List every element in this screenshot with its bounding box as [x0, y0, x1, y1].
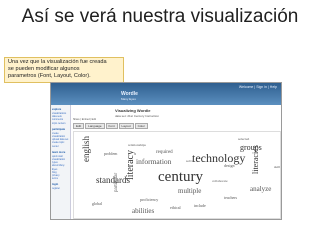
tab-language[interactable]: Language: [85, 123, 105, 129]
cloud-word: relationships: [128, 143, 146, 147]
word-cloud: century technology information standards lit…: [73, 131, 281, 219]
callout-line: parametros (Font, Layout, Color).: [8, 73, 91, 80]
cloud-word: century: [158, 169, 203, 185]
cloud-word: solve: [186, 159, 194, 163]
sidebar-heading: explore: [52, 108, 62, 111]
cloud-word: groups: [240, 143, 262, 152]
cloud-word: literacy: [125, 150, 136, 180]
slide-title: Así se verá nuestra visualización: [21, 6, 299, 27]
callout-line: se pueden modificar algunos: [8, 66, 80, 73]
sidebar-heading: learn more: [52, 150, 66, 154]
cloud-word: english: [81, 136, 91, 162]
tab-font[interactable]: Font: [105, 123, 118, 129]
tab-edit[interactable]: Edit: [73, 123, 85, 129]
cloud-word: abilities: [132, 207, 155, 215]
cloud-word: skills: [274, 165, 281, 169]
cloud-word: particular: [114, 172, 119, 192]
cloud-word: analyze: [250, 185, 272, 193]
main-panel: Visualizing Wordle data set: 21st Centur…: [71, 105, 281, 219]
browser-window: Welcome | Sign in | Help Wordle Many Eye…: [50, 82, 282, 220]
app-header: Welcome | Sign in | Help Wordle Many Eye…: [51, 83, 281, 105]
tab-bar: Edit Language Font Layout Color: [73, 123, 148, 129]
cloud-word: selected: [238, 137, 250, 141]
cloud-word: technology: [192, 151, 246, 165]
user-links[interactable]: Welcome | Sign in | Help: [239, 85, 277, 89]
sidebar: explore visualizations data sets comments to…: [51, 105, 71, 219]
cloud-word: multiple: [178, 187, 202, 195]
cloud-word: global: [92, 201, 102, 206]
cloud-word: collaborate: [212, 179, 228, 183]
panel-subtitle: data set: 21st Century Instruction: [115, 114, 160, 118]
cloud-word: ethical: [170, 205, 181, 210]
sidebar-link[interactable]: register: [51, 187, 70, 190]
tab-layout[interactable]: Layout: [118, 123, 134, 129]
cloud-word: proficiency: [140, 197, 159, 202]
callout-note: Una vez que la visualización fue creada …: [4, 57, 124, 83]
cloud-word: required: [156, 150, 173, 155]
tab-color[interactable]: Color: [134, 123, 148, 129]
sidebar-heading: login: [52, 183, 59, 187]
header-subtitle: Many Eyes: [121, 97, 136, 101]
cloud-word: include: [194, 203, 206, 208]
panel-title: Visualizing Wordle: [115, 108, 151, 113]
callout-line: Una vez que la visualización fue creada: [8, 59, 107, 65]
cloud-word: teachers: [224, 195, 238, 200]
cloud-word: problem: [104, 151, 118, 156]
cloud-word: design: [224, 163, 235, 168]
cloud-word: information: [136, 157, 172, 166]
edit-bar[interactable]: Share | Embed | Edit: [73, 118, 113, 122]
sidebar-heading: participate: [52, 127, 66, 131]
